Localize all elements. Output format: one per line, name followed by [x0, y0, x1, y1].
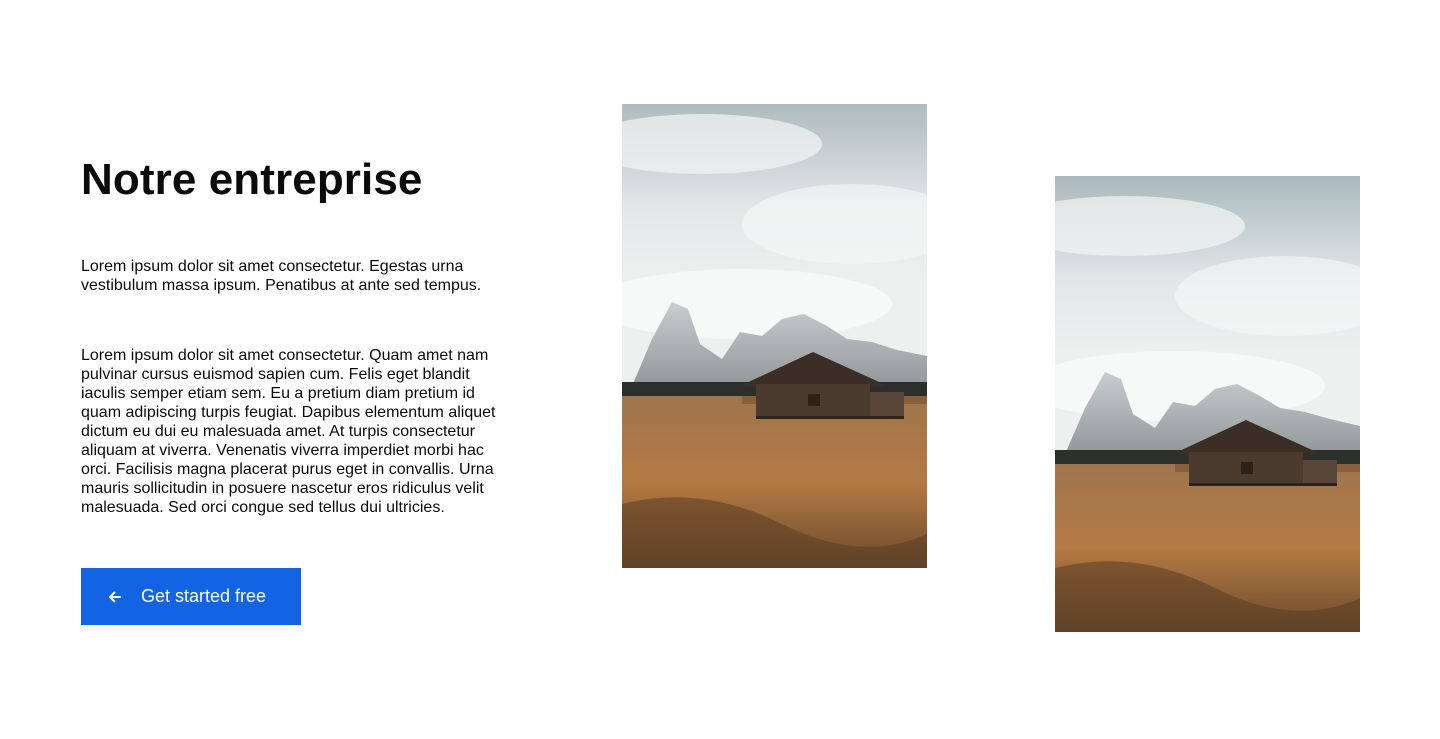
cabin-photo-primary [622, 104, 927, 568]
cabin-photo-secondary [1055, 176, 1360, 632]
body-paragraph: Lorem ipsum dolor sit amet consectetur. … [81, 347, 496, 516]
intro-paragraph: Lorem ipsum dolor sit amet consectetur. … [81, 258, 482, 294]
get-started-label: Get started free [141, 586, 267, 606]
arrow-left-icon [107, 589, 123, 605]
get-started-button[interactable]: Get started free [81, 568, 301, 625]
section-title: Notre entreprise [81, 155, 423, 204]
